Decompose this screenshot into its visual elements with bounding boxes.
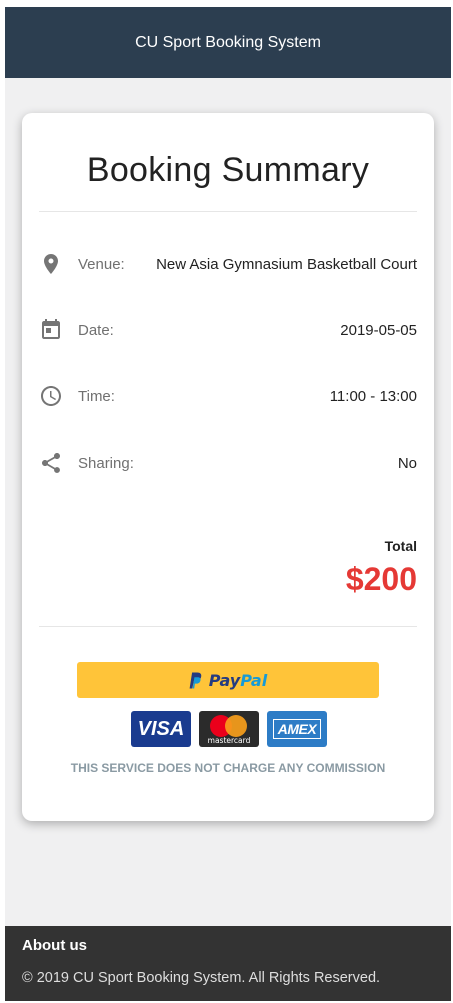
accepted-cards: VISA mastercard AMEX <box>131 711 327 747</box>
app-header: CU Sport Booking System <box>5 7 451 78</box>
time-row: Time: 11:00 - 13:00 <box>39 383 417 409</box>
booking-summary-card: Booking Summary Venue: New Asia Gymnasiu… <box>22 113 434 821</box>
paypal-text-pay: Pay <box>208 670 241 690</box>
amex-text: AMEX <box>272 719 322 739</box>
date-row: Date: 2019-05-05 <box>39 317 417 343</box>
payment-divider <box>39 626 417 627</box>
amex-card-icon: AMEX <box>267 711 327 747</box>
share-icon <box>39 451 63 475</box>
location-pin-icon <box>39 252 63 276</box>
clock-icon <box>39 384 63 408</box>
total-label: Total <box>384 538 417 554</box>
visa-text: VISA <box>137 717 185 740</box>
time-value: 11:00 - 13:00 <box>329 387 417 405</box>
page-title: Booking Summary <box>86 151 370 189</box>
visa-card-icon: VISA <box>131 711 191 747</box>
total-price: $200 <box>345 561 417 597</box>
paypal-text-pal: Pal <box>240 670 268 690</box>
mastercard-icon: mastercard <box>199 711 259 747</box>
app-title: CU Sport Booking System <box>135 33 321 51</box>
time-label: Time: <box>78 387 115 405</box>
commission-note: THIS SERVICE DOES NOT CHARGE ANY COMMISS… <box>70 761 386 775</box>
paypal-button[interactable]: Pay Pal <box>77 662 379 698</box>
venue-value: New Asia Gymnasium Basketball Court <box>156 255 417 273</box>
footer: About us © 2019 CU Sport Booking System.… <box>5 926 451 1001</box>
paypal-logo-icon <box>189 672 203 689</box>
about-us-link[interactable]: About us <box>22 937 87 954</box>
title-divider <box>39 211 417 212</box>
mastercard-text: mastercard <box>207 735 251 745</box>
venue-label: Venue: <box>78 255 125 273</box>
calendar-icon <box>39 318 63 342</box>
sharing-row: Sharing: No <box>39 450 417 476</box>
copyright-text: © 2019 CU Sport Booking System. All Righ… <box>22 970 381 986</box>
app-frame: CU Sport Booking System Booking Summary … <box>5 7 451 1001</box>
date-value: 2019-05-05 <box>340 321 417 339</box>
venue-row: Venue: New Asia Gymnasium Basketball Cou… <box>39 251 417 277</box>
sharing-value: No <box>397 454 417 472</box>
date-label: Date: <box>78 321 114 339</box>
sharing-label: Sharing: <box>78 454 134 472</box>
